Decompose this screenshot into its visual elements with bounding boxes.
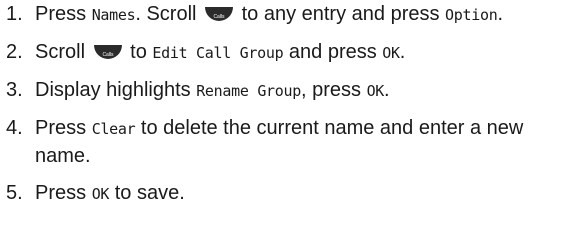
display-key-label: OK [91,185,110,203]
step-text: and press [283,41,383,63]
calls-icon-label: Calls [102,52,114,58]
display-key-label: OK [382,44,400,62]
step-5: 5. Press OK to save. [6,180,568,208]
calls-scroll-key-icon: Calls [205,7,234,21]
step-3: 3. Display highlights Rename Group, pres… [6,77,568,105]
step-text: to [124,41,153,63]
display-key-label: OK [366,82,385,100]
step-text: Press [35,3,92,25]
step-number: 3. [6,79,23,101]
step-number: 1. [6,3,23,25]
step-text: Display highlights [35,79,197,101]
step-text: . [384,79,390,101]
step-text: . [399,41,406,63]
step-text: to save. [109,182,185,204]
step-4: 4. Press Clear to delete the current nam… [6,115,568,170]
display-key-label: Option [445,6,498,24]
step-text: Scroll [35,41,91,63]
step-text: to any entry and press [236,3,446,25]
step-text: , press [300,79,367,101]
step-text: Press [35,182,92,204]
step-text: . [497,3,503,25]
display-menu-label: Edit Call Group [152,44,284,62]
instruction-steps: 1. Press Names. Scroll Calls to any entr… [6,1,568,208]
calls-icon-label: Calls [213,14,225,20]
display-key-label: Names [91,6,136,24]
step-number: 2. [6,41,23,63]
step-number: 5. [6,182,23,204]
step-number: 4. [6,117,23,139]
step-2: 2. Scroll Calls to Edit Call Group and p… [6,39,568,67]
step-1: 1. Press Names. Scroll Calls to any entr… [6,1,568,29]
display-menu-label: Rename Group [196,82,301,100]
step-text: . Scroll [135,3,203,25]
calls-scroll-key-icon: Calls [93,45,122,59]
display-key-label: Clear [91,120,136,138]
step-text: Press [35,117,92,139]
